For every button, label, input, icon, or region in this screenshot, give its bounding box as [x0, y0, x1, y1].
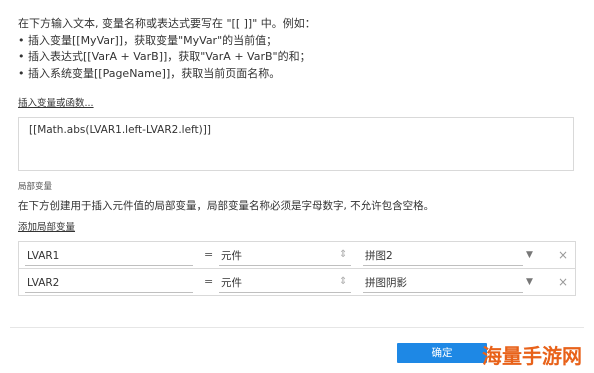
insert-variable-link[interactable]: 插入变量或函数...: [18, 95, 94, 109]
close-icon[interactable]: ×: [558, 269, 568, 295]
local-vars-label: 局部变量: [18, 182, 53, 192]
intro-line-3: • 插入表达式[[VarA + VarB]]，获取"VarA + VarB"的和…: [18, 50, 311, 63]
local-var-row: LVAR1 = 元件 ⇕ 拼图2 ▼ ×: [18, 241, 576, 269]
local-vars-description: 在下方创建用于插入元件值的局部变量，局部变量名称必须是字母数字, 不允许包含空格…: [18, 200, 435, 212]
intro-line-1: 在下方输入文本, 变量名称或表达式要写在 "[[ ]]" 中。例如：: [18, 17, 316, 30]
target-widget-select[interactable]: 拼图阴影: [363, 272, 523, 293]
close-icon[interactable]: ×: [558, 242, 568, 268]
var-name-input[interactable]: LVAR1: [25, 245, 193, 266]
intro-line-4: • 插入系统变量[[PageName]]，获取当前页面名称。: [18, 66, 281, 80]
caret-down-icon[interactable]: ▼: [526, 269, 533, 295]
local-var-row: LVAR2 = 元件 ⇕ 拼图阴影 ▼ ×: [18, 268, 576, 296]
equals-sign: =: [204, 275, 214, 288]
var-type-select[interactable]: 元件: [219, 245, 351, 266]
caret-down-icon[interactable]: ▼: [526, 242, 533, 268]
var-name-input[interactable]: LVAR2: [25, 272, 193, 293]
add-local-variable-link[interactable]: 添加局部变量: [18, 219, 75, 233]
updown-arrows-icon[interactable]: ⇕: [339, 269, 347, 295]
target-widget-select[interactable]: 拼图2: [363, 245, 523, 266]
equals-sign: =: [204, 248, 214, 261]
var-type-select[interactable]: 元件: [219, 272, 351, 293]
watermark-logo: 海量手游网: [482, 344, 582, 368]
intro-text: 在下方输入文本, 变量名称或表达式要写在 "[[ ]]" 中。例如： • 插入变…: [18, 16, 316, 82]
updown-arrows-icon[interactable]: ⇕: [339, 242, 347, 268]
intro-line-2: • 插入变量[[MyVar]]，获取变量"MyVar"的当前值；: [18, 33, 278, 47]
ok-button[interactable]: 确定: [397, 343, 487, 363]
expression-editor[interactable]: [[Math.abs(LVAR1.left-LVAR2.left)]]: [18, 117, 574, 171]
footer-divider: [10, 327, 584, 328]
